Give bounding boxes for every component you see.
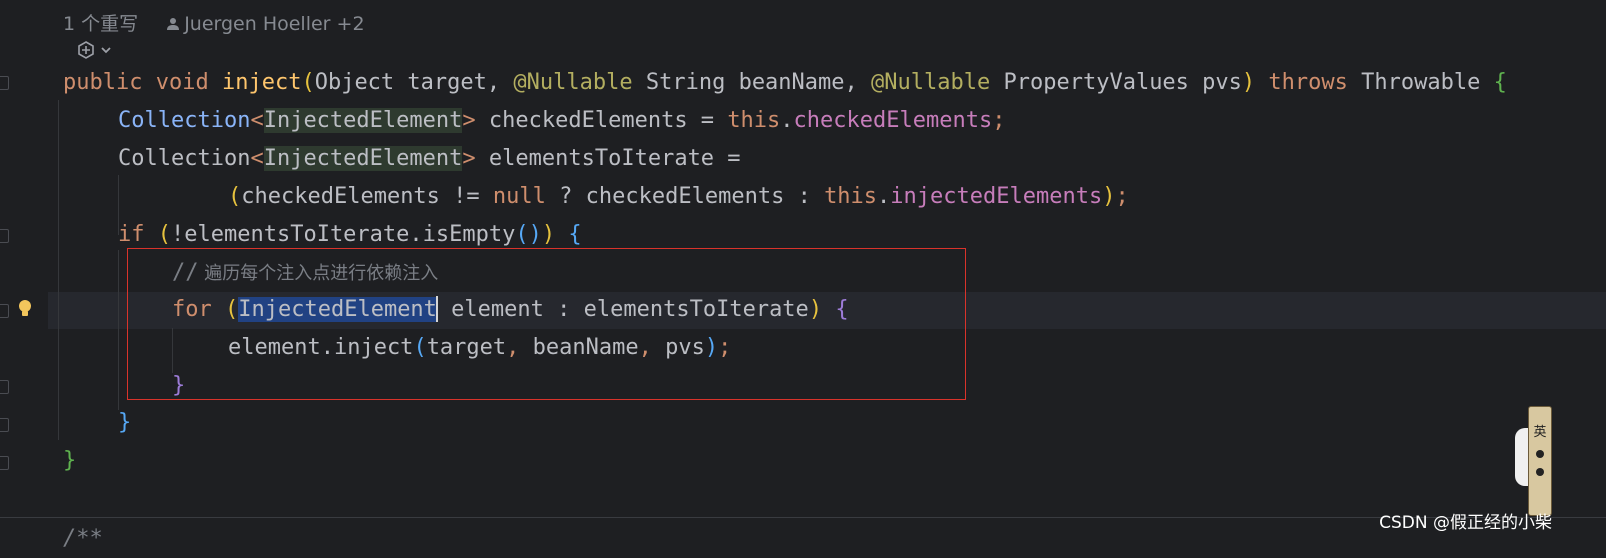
paren: ) — [541, 222, 556, 247]
code-editor[interactable]: 1 个重写 Juergen Hoeller +2 public void inj… — [0, 0, 1606, 551]
code-text: String beanName, — [632, 70, 872, 95]
code-text: PropertyValues pvs — [990, 70, 1242, 95]
angle-bracket: < — [250, 108, 264, 133]
fold-marker[interactable] — [0, 380, 9, 394]
ai-actions-hint[interactable] — [76, 40, 112, 60]
code-line-close-method[interactable]: } — [63, 442, 76, 480]
dot: . — [780, 108, 794, 133]
type-name: Collection — [118, 108, 251, 133]
brace: } — [118, 410, 132, 435]
code-vision-hints: 1 个重写 Juergen Hoeller +2 — [63, 9, 365, 36]
annotation: @Nullable — [871, 70, 991, 95]
editor-gutter — [0, 0, 48, 551]
field-name: checkedElements — [793, 108, 993, 133]
overrides-hint[interactable]: 1 个重写 — [63, 13, 138, 35]
annotation: @Nullable — [513, 70, 633, 95]
code-text: checkedElements = — [475, 108, 728, 133]
fold-marker[interactable] — [0, 418, 9, 432]
field-name: injectedElements — [890, 184, 1103, 209]
keyword: this — [824, 184, 878, 209]
type-name: Collection — [118, 146, 251, 171]
code-line-checked-elements[interactable]: Collection<InjectedElement> checkedEleme… — [118, 102, 1005, 140]
indent-guide — [118, 250, 119, 410]
generic-type: InjectedElement — [263, 146, 463, 171]
ai-assistant-icon — [78, 41, 94, 59]
lightbulb-icon[interactable] — [18, 299, 32, 319]
semicolon: ; — [1115, 184, 1129, 209]
paren: ) — [1102, 184, 1116, 209]
code-line-method-signature[interactable]: public void inject(Object target, @Nulla… — [63, 64, 1507, 102]
angle-bracket: > — [462, 108, 476, 133]
code-line-ternary[interactable]: (checkedElements != null ? checkedElemen… — [228, 178, 1129, 216]
code-line-elements-to-iterate[interactable]: Collection<InjectedElement> elementsToIt… — [118, 140, 741, 178]
code-text: checkedElements != — [241, 184, 493, 209]
code-line-close-if[interactable]: } — [118, 404, 131, 442]
ime-toolbar[interactable]: 英 — [1528, 406, 1552, 516]
code-text: !elementsToIterate.isEmpty — [171, 222, 516, 247]
highlight-annotation-box — [127, 248, 966, 400]
indent-guide — [58, 100, 59, 440]
fold-marker[interactable] — [0, 304, 9, 318]
watermark: CSDN @假正经的小柴 — [1379, 513, 1552, 533]
ime-mode-icon[interactable] — [1536, 468, 1544, 476]
keyword: null — [492, 184, 546, 209]
authors-hint[interactable]: Juergen Hoeller +2 — [166, 13, 365, 35]
code-text: Object target, — [314, 70, 514, 95]
person-icon — [167, 18, 180, 30]
code-text: elementsToIterate = — [475, 146, 741, 171]
angle-bracket: < — [250, 146, 264, 171]
fold-marker[interactable] — [0, 229, 9, 243]
paren: ) — [1241, 70, 1256, 95]
paren: ( — [228, 184, 242, 209]
generic-type: InjectedElement — [263, 108, 463, 133]
code-text: Throwable — [1347, 70, 1494, 95]
brace: { — [1493, 70, 1507, 95]
ime-language-label[interactable]: 英 — [1533, 421, 1546, 440]
keyword: this — [727, 108, 781, 133]
keyword: public — [63, 70, 143, 95]
paren: ( — [301, 70, 315, 95]
code-text: ? checkedElements : — [545, 184, 825, 209]
brace: } — [63, 448, 77, 473]
doc-comment: /** — [63, 526, 103, 551]
paren: () — [515, 222, 542, 247]
brace: { — [568, 222, 582, 247]
semicolon: ; — [992, 108, 1006, 133]
angle-bracket: > — [462, 146, 476, 171]
dot: . — [877, 184, 891, 209]
code-line-javadoc-start[interactable]: /** — [63, 520, 103, 558]
authors-text: Juergen Hoeller +2 — [184, 13, 365, 35]
keyword: void — [155, 70, 209, 95]
fold-marker[interactable] — [0, 76, 9, 90]
method-name: inject — [221, 70, 302, 95]
ime-punctuation-icon[interactable] — [1536, 450, 1544, 458]
keyword: if — [118, 222, 145, 247]
method-separator — [0, 517, 1606, 518]
chevron-down-icon — [101, 47, 111, 54]
paren: ( — [157, 222, 171, 247]
fold-marker[interactable] — [0, 456, 9, 470]
keyword: throws — [1268, 70, 1348, 95]
